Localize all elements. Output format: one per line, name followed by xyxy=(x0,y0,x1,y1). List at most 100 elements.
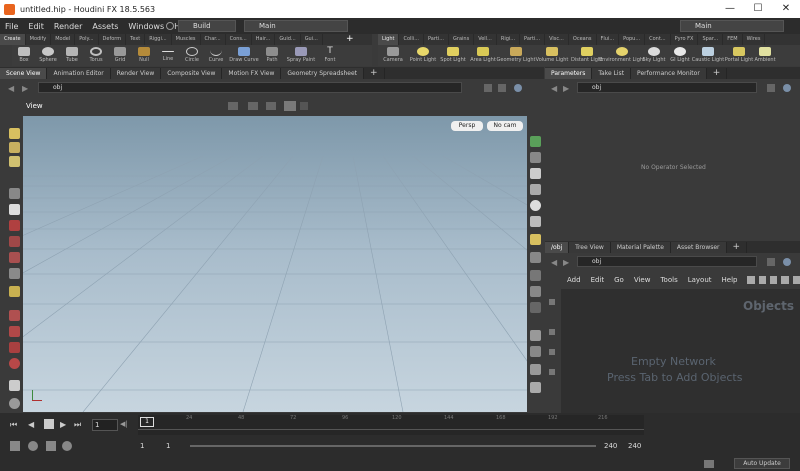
forward-arrow-icon[interactable]: ▶ xyxy=(22,84,28,93)
tool-point-light[interactable]: Point Light xyxy=(408,45,438,66)
tab-performance-monitor[interactable]: Performance Monitor xyxy=(631,68,707,79)
params-path-field[interactable]: obj xyxy=(577,82,757,93)
display-icon[interactable] xyxy=(530,382,541,393)
tab-tree-view[interactable]: Tree View xyxy=(569,242,611,253)
wrench-icon[interactable] xyxy=(747,276,755,284)
back-arrow-icon[interactable]: ◀ xyxy=(8,84,14,93)
minimize-button[interactable]: — xyxy=(716,0,744,18)
view-tool-icon[interactable] xyxy=(9,188,20,199)
forward-arrow-icon[interactable]: ▶ xyxy=(563,84,569,93)
tab-take-list[interactable]: Take List xyxy=(592,68,632,79)
menu-render[interactable]: Render xyxy=(49,22,87,31)
range-start-field[interactable]: 1 xyxy=(166,442,170,450)
display-icon[interactable] xyxy=(530,364,541,375)
network-tool-icon[interactable] xyxy=(549,299,555,305)
network-tool-icon[interactable] xyxy=(758,276,767,284)
step-back-icon[interactable]: ◀| xyxy=(120,420,128,428)
tab-geometry-spreadsheet[interactable]: Geometry Spreadsheet xyxy=(281,68,364,79)
network-tool-icon[interactable] xyxy=(549,369,555,375)
tab-animation-editor[interactable]: Animation Editor xyxy=(47,68,111,79)
close-button[interactable]: ✕ xyxy=(772,0,800,18)
undo-icon[interactable] xyxy=(166,22,174,30)
display-icon[interactable] xyxy=(530,136,541,147)
shelf-tab-light[interactable]: Light xyxy=(378,34,400,45)
snap-icon[interactable] xyxy=(9,236,20,247)
handle-tool-icon[interactable] xyxy=(9,156,20,167)
tool-torus[interactable]: Torus xyxy=(84,45,108,66)
audio-icon[interactable] xyxy=(10,441,20,451)
view-tool-icon[interactable] xyxy=(300,102,308,110)
tab-obj-network[interactable]: /obj xyxy=(545,242,570,253)
shelf-tab-create[interactable]: Create xyxy=(0,34,26,45)
desktop-main-dropdown[interactable]: Main xyxy=(244,20,348,32)
chat-icon[interactable] xyxy=(704,460,714,468)
tool-curve[interactable]: Curve xyxy=(204,45,228,66)
play-forward-icon[interactable]: ▶ xyxy=(60,420,66,429)
menu-windows[interactable]: Windows xyxy=(123,22,169,31)
display-icon[interactable] xyxy=(530,286,541,297)
shelf-tab-grains[interactable]: Grains xyxy=(449,34,475,45)
tab-asset-browser[interactable]: Asset Browser xyxy=(670,242,727,253)
network-menu-layout[interactable]: Layout xyxy=(688,276,712,284)
tool-grid[interactable]: Grid xyxy=(108,45,132,66)
tool-caustic-light[interactable]: Caustic Light xyxy=(692,45,724,66)
shelf-tab-pyro[interactable]: Pyro FX xyxy=(671,34,699,45)
range-end-field[interactable]: 240 xyxy=(604,442,617,450)
tab-motion-fx-view[interactable]: Motion FX View xyxy=(222,68,282,79)
tool-draw-curve[interactable]: Draw Curve xyxy=(228,45,260,66)
menu-edit[interactable]: Edit xyxy=(23,22,49,31)
shelf-tab-vellum[interactable]: Vell... xyxy=(474,34,497,45)
realtime-icon[interactable] xyxy=(62,441,72,451)
add-pane-tab-icon[interactable]: + xyxy=(707,68,728,79)
back-arrow-icon[interactable]: ◀ xyxy=(551,84,557,93)
view-tool-icon[interactable] xyxy=(266,102,276,110)
brush-icon[interactable] xyxy=(9,342,20,353)
magnet-icon[interactable] xyxy=(9,358,20,369)
frame-marker[interactable]: 1 xyxy=(140,417,154,427)
lock-icon[interactable] xyxy=(530,168,541,179)
tool-font[interactable]: T Font xyxy=(318,45,342,66)
shelf-tab-poly[interactable]: Poly... xyxy=(75,34,99,45)
pin-icon[interactable] xyxy=(767,258,775,266)
shelf-tab-model[interactable]: Model xyxy=(51,34,76,45)
shelf-tab-hair[interactable]: Hair... xyxy=(252,34,276,45)
render-icon[interactable] xyxy=(9,380,20,391)
tool-sky-light[interactable]: Sky Light xyxy=(640,45,668,66)
network-tool-icon[interactable] xyxy=(781,276,789,284)
key-options-icon[interactable] xyxy=(46,441,56,451)
network-menu-go[interactable]: Go xyxy=(614,276,624,284)
tool-portal-light[interactable]: Portal Light xyxy=(724,45,754,66)
tab-render-view[interactable]: Render View xyxy=(110,68,162,79)
end-frame-field[interactable]: 240 xyxy=(628,442,641,450)
network-path-field[interactable]: obj xyxy=(577,256,757,267)
display-icon[interactable] xyxy=(530,330,541,341)
help-icon[interactable] xyxy=(514,84,522,92)
tool-ambient[interactable]: Ambient xyxy=(754,45,776,66)
shelf-tab-collisions[interactable]: Colli... xyxy=(399,34,424,45)
network-menu-add[interactable]: Add xyxy=(567,276,581,284)
auto-update-button[interactable]: Auto Update xyxy=(734,458,790,469)
pose-tool-icon[interactable] xyxy=(9,286,20,297)
range-slider[interactable] xyxy=(190,445,596,447)
add-pane-tab-icon[interactable]: + xyxy=(727,242,748,253)
tool-sphere[interactable]: Sphere xyxy=(36,45,60,66)
shelf-tab-sparse[interactable]: Spar... xyxy=(698,34,724,45)
network-menu-help[interactable]: Help xyxy=(722,276,738,284)
shelf-tab-particles2[interactable]: Parti... xyxy=(520,34,546,45)
network-editor[interactable]: Objects Empty Network Press Tab to Add O… xyxy=(545,289,800,413)
tab-composite-view[interactable]: Composite View xyxy=(161,68,223,79)
tool-spot-light[interactable]: Spot Light xyxy=(438,45,468,66)
network-menu-view[interactable]: View xyxy=(634,276,651,284)
shelf-tab-deform[interactable]: Deform xyxy=(99,34,127,45)
shelf-tab-modify[interactable]: Modify xyxy=(26,34,52,45)
shelf-tab-oceans[interactable]: Oceans xyxy=(569,34,597,45)
tool-circle[interactable]: Circle xyxy=(180,45,204,66)
shelf-tab-character[interactable]: Char... xyxy=(201,34,226,45)
menu-file[interactable]: File xyxy=(0,22,23,31)
add-pane-tab-icon[interactable]: + xyxy=(364,68,385,79)
tool-geometry-light[interactable]: Geometry Light xyxy=(497,45,536,66)
shelf-tab-populate[interactable]: Popu... xyxy=(619,34,646,45)
stop-icon[interactable] xyxy=(44,419,54,429)
tool-area-light[interactable]: Area Light xyxy=(468,45,498,66)
grid-icon[interactable] xyxy=(530,252,541,263)
